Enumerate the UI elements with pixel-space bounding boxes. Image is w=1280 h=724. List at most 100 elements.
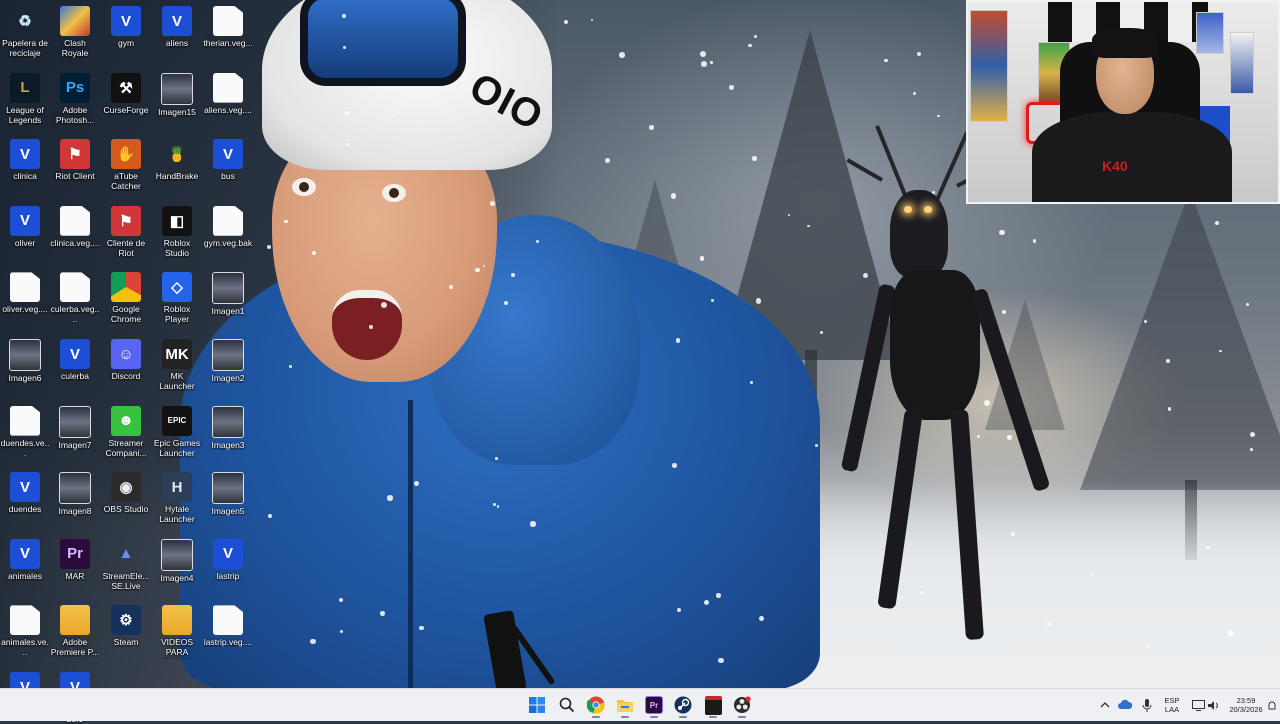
steam-taskbar-button[interactable] [670,692,696,718]
obs-taskbar-button[interactable] [729,692,755,718]
desktop-icon[interactable]: lastrip.veg.... [203,599,253,647]
desktop-icon[interactable]: Vanimales [0,533,50,581]
desktop-icon[interactable]: Imagen1 [203,266,253,316]
desktop-icon[interactable]: ⚙ Steam [101,599,151,647]
streamer-companion-icon: ☻ [111,405,141,436]
desktop-icon-label: League of Legends [6,104,44,125]
desktop-icon[interactable]: Valiens [152,0,202,48]
desktop-icon[interactable]: clinica.veg.... [50,200,100,248]
person-mouth [332,290,402,360]
desktop-icon[interactable]: Imagen4 [152,533,202,583]
desktop-icon[interactable]: ◧ Roblox Studio [152,200,202,258]
desktop-icon[interactable]: gym.veg.bak [203,200,253,248]
desktop-icon[interactable]: ◉ OBS Studio [101,466,151,514]
image-icon [212,472,244,505]
desktop-icon[interactable]: Adobe Premiere P... [50,599,100,657]
file-explorer-taskbar-button[interactable] [612,692,638,718]
desktop-icon-label: Imagen4 [160,572,194,583]
desktop-icon[interactable]: Vduendes [0,466,50,514]
desktop-icon[interactable]: Clash Royale [50,0,100,58]
desktop-icon[interactable]: Vclinica [0,133,50,181]
snowflake [396,111,399,114]
desktop-icon[interactable]: Vbus [203,133,253,181]
start-button[interactable] [524,692,550,718]
clock[interactable]: 23:59 20/3/2026 [1224,696,1268,714]
desktop-icon[interactable]: Voliver [0,200,50,248]
desktop-icon[interactable]: VIDEOS PARA EDITAR [152,599,202,659]
snowflake [755,298,762,304]
snowflake [917,52,922,57]
desktop-icon[interactable]: aliens.veg.... [203,67,253,115]
desktop-icon[interactable]: Vculerba [50,333,100,381]
desktop-icon-label: Papelera de reciclaje [2,38,48,58]
desktop-icon[interactable]: Imagen15 [152,67,202,117]
snowflake [346,143,349,146]
desktop-icon[interactable]: Pr MAR [50,533,100,581]
volume-icon[interactable] [1206,698,1220,712]
desktop-icon[interactable]: Imagen3 [203,400,253,450]
image-icon [59,472,91,505]
show-hidden-icons-chevron-icon[interactable] [1098,698,1112,712]
desktop-icon[interactable]: ⚒ CurseForge [101,67,151,115]
desktop-icon[interactable]: Vgym [101,0,151,48]
desktop-icon[interactable]: ▲ StreamEle... SE.Live [101,533,151,591]
desktop-icon[interactable]: Ps Adobe Photosh... [50,67,100,125]
desktop-icon[interactable]: 🍍 HandBrake [152,133,202,181]
input-language-indicator[interactable]: ESP LAA [1160,696,1184,714]
file-icon [213,6,243,36]
desktop-icon[interactable]: ☺ Discord [101,333,151,381]
desktop-icon[interactable]: Imagen5 [203,466,253,516]
vegas-taskbar-button[interactable] [700,692,726,718]
desktop-icon[interactable]: duendes.ve... [0,400,50,458]
desktop-icon-label: MK Launcher [159,371,195,391]
premiere-taskbar-button[interactable]: Pr [641,692,667,718]
jacket-zipper [408,400,413,688]
desktop-icon-label: Imagen5 [211,506,245,517]
streamelements-icon: ▲ [118,545,134,563]
notification-center-bell-icon[interactable] [1268,699,1276,711]
search-button[interactable] [554,692,580,718]
image-icon [9,339,41,371]
folder-icon [162,605,192,636]
desktop-icon[interactable]: oliver.veg.... [0,266,50,314]
vegas-project-icon: V [10,205,40,236]
vegas-project-icon: V [10,139,40,170]
desktop-icon[interactable]: Imagen2 [203,333,253,383]
desktop-icon[interactable]: therian.veg... [203,0,253,48]
snowflake [338,597,343,602]
windows-icon [529,697,545,713]
desktop-icon[interactable]: MK MK Launcher [152,333,202,391]
desktop-icon[interactable]: Imagen7 [50,400,100,450]
desktop-icon[interactable]: Vlastrip [203,533,253,581]
desktop-icon-label: Riot Client [55,171,95,182]
network-icon[interactable] [1191,698,1205,712]
desktop-icon[interactable]: H Hytale Launcher [152,466,202,524]
chrome-taskbar-button[interactable] [583,692,609,718]
desktop-icon[interactable]: L League of Legends [0,67,50,125]
cloud-sync-icon[interactable] [1118,698,1132,712]
file-icon [213,605,243,636]
desktop-icon[interactable]: Google Chrome [101,266,151,324]
desktop-icon[interactable]: ⚑ Cliente de Riot [101,200,151,258]
person-eye [292,178,316,196]
creature-eye [904,206,912,213]
desktop-icon[interactable]: ✋ aTube Catcher [101,133,151,191]
desktop-icon[interactable]: ◇ Roblox Player [152,266,202,324]
desktop-icon-label: Imagen8 [58,506,92,517]
photoshop-icon: Ps [60,72,90,103]
desktop-icon[interactable]: culerba.veg.... [50,266,100,324]
microphone-icon[interactable] [1140,698,1154,712]
chrome-icon [111,272,141,303]
desktop-icon[interactable]: animales.ve... [0,599,50,657]
image-icon [212,272,244,305]
snowflake [419,625,424,631]
desktop-icon[interactable]: ♻ Papelera de reciclaje [0,0,50,58]
desktop-icon[interactable]: EPIC Epic Games Launcher [152,400,202,458]
desktop-icon-label: Discord [111,371,141,381]
desktop-icon-label: gym.veg.bak [203,237,253,248]
desktop-icon[interactable]: ⚑ Riot Client [50,133,100,181]
desktop-icon[interactable]: ☻ Streamer Compani... [101,400,151,458]
desktop-icon[interactable]: Imagen8 [50,466,100,516]
desktop-icon[interactable]: Imagen6 [0,333,50,383]
snowflake [672,463,677,468]
